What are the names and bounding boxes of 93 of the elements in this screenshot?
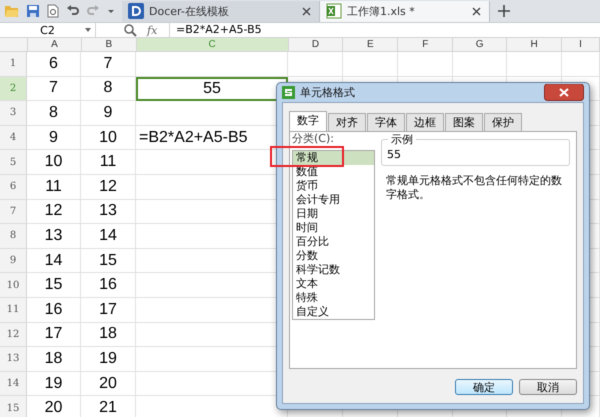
table-cell: 20: [81, 372, 136, 396]
table-cell: [562, 52, 600, 77]
sample-label: 示例: [388, 132, 416, 147]
table-cell: 8: [27, 101, 81, 126]
dialog-tab[interactable]: 图案: [445, 113, 483, 131]
close-icon[interactable]: [544, 84, 584, 101]
category-item[interactable]: 日期: [293, 207, 374, 221]
row-header[interactable]: 10: [0, 273, 27, 298]
row-header[interactable]: 1: [0, 52, 27, 77]
row-header[interactable]: 6: [0, 174, 27, 200]
table-cell: 11: [27, 174, 81, 200]
column-header[interactable]: F: [398, 38, 454, 51]
spreadsheet-file-icon: [326, 3, 342, 19]
column-header[interactable]: G: [453, 38, 508, 51]
row-header[interactable]: 7: [0, 200, 27, 224]
table-cell: 7: [81, 52, 136, 77]
sample-value: 55: [387, 148, 401, 161]
close-icon[interactable]: [302, 6, 311, 16]
table-cell: 17: [81, 298, 136, 323]
document-tab[interactable]: 工作簿1.xls *: [320, 0, 490, 22]
category-item[interactable]: 自定义: [293, 305, 374, 319]
row-header[interactable]: 15: [0, 396, 27, 417]
column-header[interactable]: I: [562, 38, 600, 51]
dialog-tab[interactable]: 边框: [406, 113, 444, 131]
description-text: 常规单元格格式不包含任何特定的数字格式。: [386, 174, 563, 202]
table-cell: 6: [27, 52, 81, 77]
new-tab-icon[interactable]: [498, 5, 510, 17]
cancel-button[interactable]: 取消: [519, 379, 577, 395]
dialog-tab[interactable]: 保护: [484, 113, 522, 131]
category-item[interactable]: 数值: [293, 165, 374, 179]
table-cell: 13: [27, 224, 81, 249]
column-header[interactable]: E: [343, 38, 398, 51]
table-cell: 12: [27, 200, 81, 224]
dialog-tab[interactable]: 对齐: [328, 113, 366, 131]
row-header[interactable]: 12: [0, 322, 27, 348]
table-cell: 10: [27, 150, 81, 175]
table-cell: 13: [81, 200, 136, 224]
table-cell: 11: [81, 150, 136, 175]
document-tab[interactable]: Docer-在线模板: [122, 0, 320, 22]
table-cell: 21: [81, 396, 136, 417]
dialog-tab[interactable]: 字体: [367, 113, 405, 131]
dialog-title: 单元格格式: [300, 85, 355, 100]
category-item[interactable]: 特殊: [293, 291, 374, 305]
table-cell: 14: [81, 224, 136, 249]
row-header[interactable]: 3: [0, 101, 27, 126]
table-cell: 20: [27, 396, 81, 417]
column-header[interactable]: H: [507, 38, 562, 51]
table-cell: 9: [81, 101, 136, 126]
table-cell: 10: [81, 126, 136, 150]
name-box[interactable]: C2: [0, 23, 96, 37]
save-icon[interactable]: [26, 4, 40, 18]
docer-logo-icon: [128, 3, 144, 19]
category-item[interactable]: 常规: [293, 151, 374, 165]
row-header[interactable]: 14: [0, 372, 27, 396]
zoom-icon[interactable]: [124, 24, 137, 36]
table-cell: 16: [81, 273, 136, 298]
table-cell: 12: [81, 174, 136, 200]
table-cell: 17: [27, 322, 81, 348]
column-header[interactable]: A: [28, 38, 82, 51]
ok-button[interactable]: 确定: [455, 379, 513, 395]
undo-icon[interactable]: [66, 4, 80, 18]
row-header[interactable]: 8: [0, 224, 27, 249]
table-cell: 18: [27, 347, 81, 372]
dialog-tab[interactable]: 数字: [289, 111, 327, 131]
row-header[interactable]: 4: [0, 126, 27, 150]
app-logo-icon: [282, 86, 295, 99]
print-preview-icon[interactable]: [46, 4, 60, 18]
category-item[interactable]: 会计专用: [293, 193, 374, 207]
table-cell: 15: [81, 248, 136, 274]
table-cell: 16: [27, 298, 81, 323]
row-header[interactable]: 13: [0, 347, 27, 372]
category-item[interactable]: 文本: [293, 277, 374, 291]
table-cell: 8: [81, 76, 136, 102]
table-cell: 19: [81, 347, 136, 372]
table-cell: 14: [27, 248, 81, 274]
table-cell: 18: [81, 322, 136, 348]
category-item[interactable]: 分数: [293, 249, 374, 263]
category-item[interactable]: 时间: [293, 221, 374, 235]
category-item[interactable]: 百分比: [293, 235, 374, 249]
close-icon[interactable]: [472, 6, 481, 16]
row-header[interactable]: 9: [0, 248, 27, 274]
formula-field[interactable]: =B2*A2+A5-B5: [169, 23, 600, 37]
category-item[interactable]: 科学记数: [293, 263, 374, 277]
function-button[interactable]: fx: [147, 24, 169, 36]
column-header[interactable]: D: [288, 38, 344, 51]
category-item[interactable]: 货币: [293, 179, 374, 193]
row-header[interactable]: 5: [0, 150, 27, 175]
table-cell: 15: [27, 273, 81, 298]
row-header[interactable]: 11: [0, 298, 27, 323]
table-cell: 9: [27, 126, 81, 150]
table-cell: 19: [27, 372, 81, 396]
table-cell: 7: [27, 76, 81, 102]
category-label: 分类(C):: [292, 133, 335, 146]
